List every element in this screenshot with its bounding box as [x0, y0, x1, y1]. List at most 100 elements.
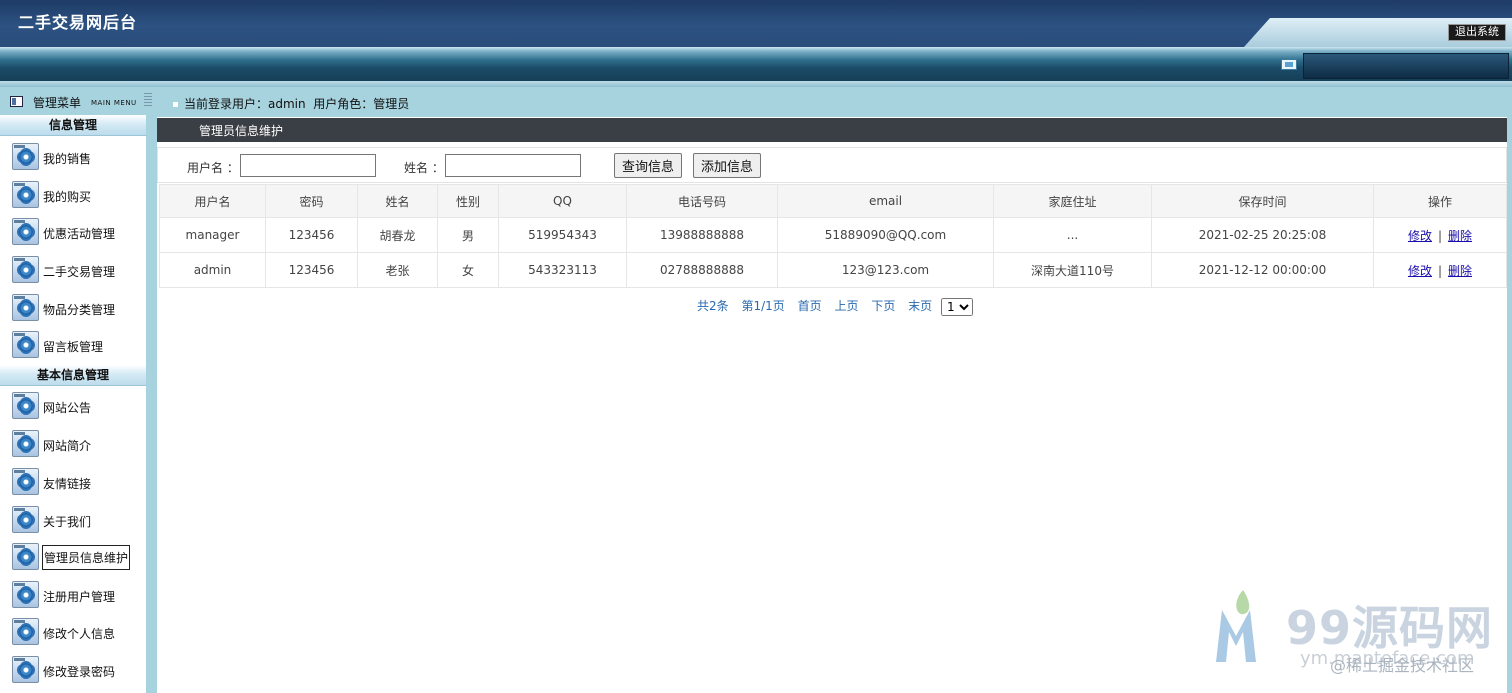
username-label: 用户名 ：	[187, 161, 239, 175]
sidebar-item-label: 网站简介	[43, 439, 92, 453]
table-row: manager 123456 胡春龙 男 519954343 139888888…	[159, 217, 1507, 253]
bullet-icon	[173, 102, 178, 107]
sidebar-item-label: 我的购买	[43, 190, 92, 204]
table-row: admin 123456 老张 女 543323113 02788888888 …	[159, 252, 1507, 288]
settings-gear-icon	[12, 430, 39, 457]
delete-link[interactable]: 删除	[1448, 229, 1472, 243]
add-button[interactable]: 添加信息	[693, 153, 762, 178]
query-button[interactable]: 查询信息	[614, 153, 683, 178]
sidebar-item-label: 二手交易管理	[43, 265, 116, 279]
sidebar-item-user-management[interactable]: 注册用户管理	[10, 578, 146, 614]
sidebar-item-edit-profile[interactable]: 修改个人信息	[10, 615, 146, 651]
cell-username: manager	[159, 217, 266, 253]
current-user-label: 当前登录用户：	[184, 97, 269, 111]
column-header: QQ	[498, 184, 627, 218]
sidebar-item-my-purchases[interactable]: 我的购买	[10, 178, 146, 214]
column-header: 密码	[265, 184, 358, 218]
column-header: 电话号码	[626, 184, 778, 218]
menu-icon	[10, 96, 23, 107]
sidebar-item-my-sales[interactable]: 我的销售	[10, 140, 146, 176]
breadcrumb: 当前登录用户：admin 用户角色：管理员	[173, 95, 409, 112]
cell-gender: 女	[437, 252, 499, 288]
sidebar-item-change-password[interactable]: 修改登录密码	[10, 653, 146, 689]
settings-gear-icon	[12, 181, 39, 208]
cell-actions: 修改 | 删除	[1373, 252, 1507, 288]
monitor-icon	[1281, 59, 1297, 70]
sidebar-item-label: 留言板管理	[43, 340, 104, 354]
admin-table: 用户名 密码 姓名 性别 QQ 电话号码 email 家庭住址 保存时间 操作 …	[159, 184, 1507, 288]
first-page-link[interactable]: 首页	[798, 299, 822, 313]
pagination-total: 共2条	[697, 299, 729, 313]
sidebar-item-label: 优惠活动管理	[43, 227, 116, 241]
sidebar-item-promotions[interactable]: 优惠活动管理	[10, 215, 146, 251]
delete-link[interactable]: 删除	[1448, 264, 1472, 278]
menu-group-basic-info[interactable]: 基本信息管理	[0, 365, 146, 386]
sidebar-item-admin-info[interactable]: 管理员信息维护	[10, 540, 146, 576]
cell-password: 123456	[265, 252, 358, 288]
sidebar-title: 管理菜单	[33, 96, 82, 110]
app-title: 二手交易网后台	[18, 13, 138, 32]
edit-link[interactable]: 修改	[1408, 264, 1432, 278]
panel-title: 管理员信息维护	[157, 118, 1507, 142]
last-page-link[interactable]: 末页	[908, 299, 932, 313]
sidebar-item-trades[interactable]: 二手交易管理	[10, 253, 146, 289]
pagination: 共2条 第1/1页 首页 上页 下页 末页 1	[697, 297, 973, 316]
prev-page-link[interactable]: 上页	[834, 299, 858, 313]
name-input[interactable]	[445, 154, 581, 177]
cell-name: 胡春龙	[357, 217, 438, 253]
sidebar-item-label: 修改登录密码	[43, 665, 116, 679]
settings-gear-icon	[12, 656, 39, 683]
cell-name: 老张	[357, 252, 438, 288]
settings-gear-icon	[12, 581, 39, 608]
column-header: 性别	[437, 184, 499, 218]
sidebar-item-label: 修改个人信息	[43, 627, 116, 641]
settings-gear-icon	[12, 392, 39, 419]
action-separator: |	[1437, 228, 1443, 243]
current-user: admin	[268, 97, 306, 111]
sidebar-header: 管理菜单 MAIN MENU	[0, 89, 153, 115]
column-header: email	[777, 184, 994, 218]
search-form: 用户名 ： 姓名 ： 查询信息 添加信息	[157, 147, 1507, 183]
logout-button[interactable]: 退出系统	[1448, 24, 1506, 41]
settings-gear-icon	[12, 143, 39, 170]
settings-gear-icon	[12, 618, 39, 645]
sidebar-item-announcements[interactable]: 网站公告	[10, 389, 146, 425]
next-page-link[interactable]: 下页	[871, 299, 895, 313]
sidebar-resize-handle[interactable]	[144, 93, 152, 107]
settings-gear-icon	[12, 294, 39, 321]
sidebar-item-label: 注册用户管理	[43, 590, 116, 604]
sidebar-item-about-us[interactable]: 关于我们	[10, 503, 146, 539]
name-label: 姓名 ：	[404, 161, 444, 175]
cell-phone: 02788888888	[626, 252, 778, 288]
cell-actions: 修改 | 删除	[1373, 217, 1507, 253]
username-input[interactable]	[240, 154, 376, 177]
sidebar-menu: 信息管理 我的销售 我的购买 优惠活动管理 二手交易管理 物品分类管理 留言板管…	[0, 115, 146, 693]
cell-phone: 13988888888	[626, 217, 778, 253]
action-separator: |	[1437, 263, 1443, 278]
cell-saved-time: 2021-02-25 20:25:08	[1151, 217, 1374, 253]
cell-address: ...	[993, 217, 1152, 253]
sidebar-item-message-board[interactable]: 留言板管理	[10, 328, 146, 364]
user-role-label: 用户角色：	[313, 97, 374, 111]
sidebar-subtitle: MAIN MENU	[91, 99, 137, 107]
settings-gear-icon	[12, 543, 39, 570]
column-header: 保存时间	[1151, 184, 1374, 218]
top-banner: 二手交易网后台 退出系统	[0, 0, 1512, 47]
page-select[interactable]: 1	[941, 297, 973, 316]
settings-gear-icon	[12, 256, 39, 283]
cell-qq: 543323113	[498, 252, 627, 288]
sidebar-item-friend-links[interactable]: 友情链接	[10, 465, 146, 501]
cell-password: 123456	[265, 217, 358, 253]
sidebar-item-site-intro[interactable]: 网站简介	[10, 427, 146, 463]
menu-group-info-management[interactable]: 信息管理	[0, 115, 146, 136]
edit-link[interactable]: 修改	[1408, 229, 1432, 243]
table-header-row: 用户名 密码 姓名 性别 QQ 电话号码 email 家庭住址 保存时间 操作	[159, 184, 1507, 218]
top-right-panel	[1303, 53, 1509, 79]
settings-gear-icon	[12, 331, 39, 358]
cell-qq: 519954343	[498, 217, 627, 253]
cell-email: 51889090@QQ.com	[777, 217, 994, 253]
settings-gear-icon	[12, 218, 39, 245]
sidebar-item-categories[interactable]: 物品分类管理	[10, 291, 146, 327]
column-header: 姓名	[357, 184, 438, 218]
column-header: 家庭住址	[993, 184, 1152, 218]
